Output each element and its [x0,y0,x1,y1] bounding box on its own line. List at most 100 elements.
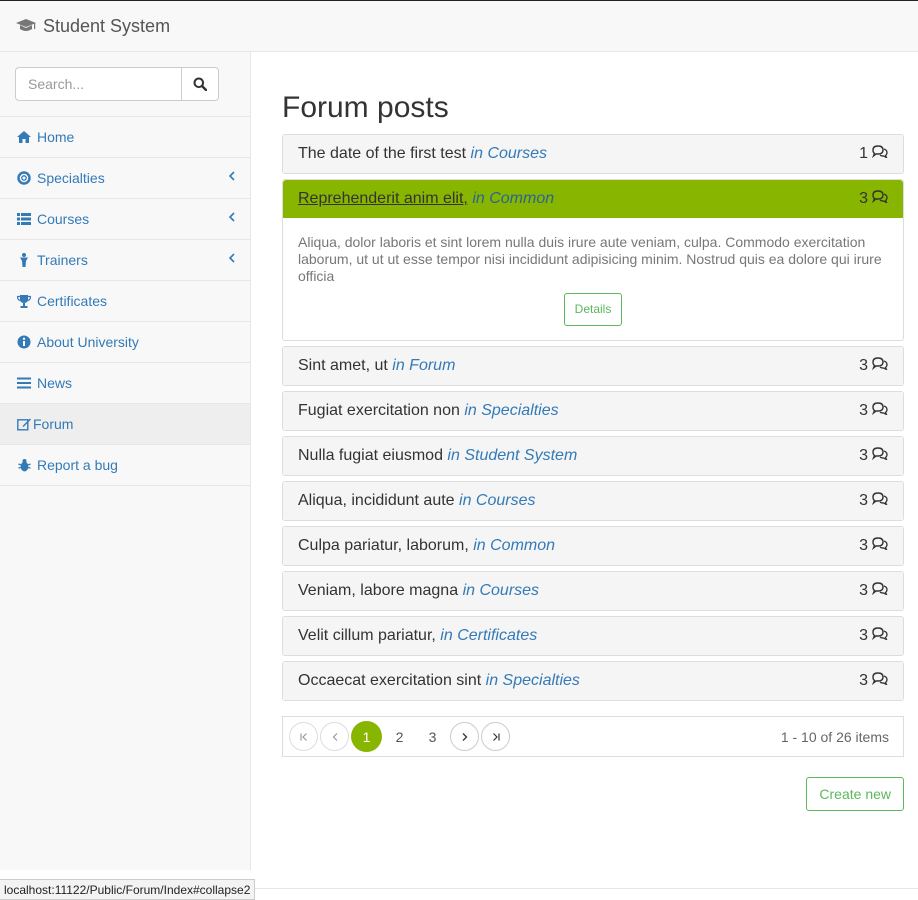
comment-count: 3 [859,402,888,420]
forum-post-category[interactable]: in Student System [447,447,577,464]
forum-post-category[interactable]: in Courses [459,492,535,509]
life-ring-icon [17,171,31,185]
details-button[interactable]: Details [563,293,623,326]
sidebar-item-about-university[interactable]: About University [0,322,250,363]
comment-count: 3 [859,582,888,600]
forum-post-title[interactable]: Fugiat exercitation non [298,402,460,419]
comment-count-value: 3 [859,492,868,509]
comments-icon [871,582,888,600]
forum-post-header[interactable]: Veniam, labore magna in Courses 3 [283,572,903,610]
forum-post-category[interactable]: in Certificates [440,627,537,644]
page-1-button[interactable]: 1 [351,721,382,752]
forum-post-panel: Occaecat exercitation sint in Specialtie… [282,661,904,701]
forum-post-header[interactable]: Velit cillum pariatur, in Certificates 3 [283,617,903,655]
comments-icon [871,357,888,375]
sidebar-item-label: Specialties [37,170,105,186]
comment-count-value: 3 [859,537,868,554]
first-page-button[interactable] [289,722,318,751]
sidebar-item-news[interactable]: News [0,363,250,404]
forum-post-header[interactable]: Fugiat exercitation non in Specialties 3 [283,392,903,430]
forum-post-title[interactable]: Sint amet, ut [298,357,388,374]
bug-icon [17,458,31,472]
forum-post-heading: Veniam, labore magna in Courses [298,582,539,600]
pager: 1 2 3 1 - 10 of 26 items [282,716,904,757]
sidebar-item-label: Report a bug [37,457,118,473]
sidebar-item-report-bug[interactable]: Report a bug [0,445,250,486]
forum-post-panel: Culpa pariatur, laborum, in Common 3 [282,526,904,566]
forum-post-panel: Reprehenderit anim elit, in Common 3 Aliqu… [282,179,904,341]
page-2-button[interactable]: 2 [384,721,415,752]
home-icon [17,130,31,144]
sidebar-item-home[interactable]: Home [0,117,250,158]
prev-page-button[interactable] [320,722,349,751]
forum-post-header[interactable]: Aliqua, incididunt aute in Courses 3 [283,482,903,520]
forum-post-body: Aliqua, dolor laboris et sint lorem null… [283,218,903,340]
forum-post-heading: The date of the first test in Courses [298,145,547,163]
trophy-icon [17,294,31,308]
forum-post-header[interactable]: Occaecat exercitation sint in Specialtie… [283,662,903,700]
forum-post-panel: Sint amet, ut in Forum 3 [282,346,904,386]
forum-post-text: Aliqua, dolor laboris et sint lorem null… [298,234,882,284]
forum-post-category[interactable]: in Common [472,190,554,207]
first-page-icon [299,732,307,741]
forum-post-header[interactable]: The date of the first test in Courses 1 [283,135,903,173]
forum-post-category[interactable]: in Specialties [464,402,558,419]
sidebar-item-label: News [37,375,73,391]
forum-post-category[interactable]: in Common [473,537,555,554]
sidebar-item-trainers[interactable]: Trainers [0,240,250,281]
forum-post-header[interactable]: Culpa pariatur, laborum, in Common 3 [283,527,903,565]
forum-post-category[interactable]: in Courses [463,582,539,599]
forum-post-title[interactable]: Occaecat exercitation sint [298,672,481,689]
forum-post-heading: Aliqua, incididunt aute in Courses [298,492,536,510]
comment-count: 3 [859,190,888,208]
sidebar-item-forum[interactable]: Forum [0,404,250,445]
list-icon [17,212,31,226]
brand-link[interactable]: Student System [15,16,170,37]
chevron-right-icon [462,732,467,741]
comment-count: 3 [859,357,888,375]
graduation-cap-icon [16,19,36,31]
comment-count: 1 [859,145,888,163]
forum-post-header[interactable]: Reprehenderit anim elit, in Common 3 [283,180,903,218]
pager-controls: 1 2 3 [289,721,510,752]
sidebar-item-certificates[interactable]: Certificates [0,281,250,322]
footer-divider [251,888,918,889]
comment-count-value: 3 [859,672,868,689]
forum-posts-list: The date of the first test in Courses 1 Re… [282,134,904,701]
pager-info: 1 - 10 of 26 items [780,728,889,745]
forum-post-heading: Velit cillum pariatur, in Certificates [298,627,537,645]
forum-post-panel: Aliqua, incididunt aute in Courses 3 [282,481,904,521]
comment-count-value: 3 [859,402,868,419]
last-page-button[interactable] [481,722,510,751]
forum-post-heading: Sint amet, ut in Forum [298,357,455,375]
forum-post-title[interactable]: Reprehenderit anim elit, [298,190,468,207]
forum-post-title[interactable]: Veniam, labore magna [298,582,458,599]
forum-post-heading: Fugiat exercitation non in Specialties [298,402,559,420]
forum-post-title[interactable]: The date of the first test [298,145,466,162]
sidebar-item-specialties[interactable]: Specialties [0,158,250,199]
sidebar: Home Specialties Courses Trainers Certif… [0,52,251,870]
page-3-button[interactable]: 3 [417,721,448,752]
forum-post-category[interactable]: in Specialties [486,672,580,689]
forum-post-title[interactable]: Aliqua, incididunt aute [298,492,455,509]
forum-post-header[interactable]: Sint amet, ut in Forum 3 [283,347,903,385]
forum-post-header[interactable]: Nulla fugiat eiusmod in Student System 3 [283,437,903,475]
sidebar-item-label: Home [37,129,75,145]
top-navbar: Student System [0,0,918,52]
next-page-button[interactable] [450,722,479,751]
forum-post-title[interactable]: Nulla fugiat eiusmod [298,447,443,464]
forum-post-category[interactable]: in Forum [392,357,455,374]
comments-icon [871,402,888,420]
search-input[interactable] [15,67,181,101]
comments-icon [871,145,888,163]
details-wrap: Details [298,293,888,326]
sidebar-item-courses[interactable]: Courses [0,199,250,240]
comment-count-value: 3 [859,190,868,207]
sidebar-search [0,52,250,117]
forum-post-title[interactable]: Velit cillum pariatur, [298,627,436,644]
forum-post-category[interactable]: in Courses [471,145,547,162]
search-button[interactable] [181,67,219,101]
forum-post-title[interactable]: Culpa pariatur, laborum, [298,537,469,554]
info-icon [17,335,31,349]
create-new-button[interactable]: Create new [806,777,904,811]
